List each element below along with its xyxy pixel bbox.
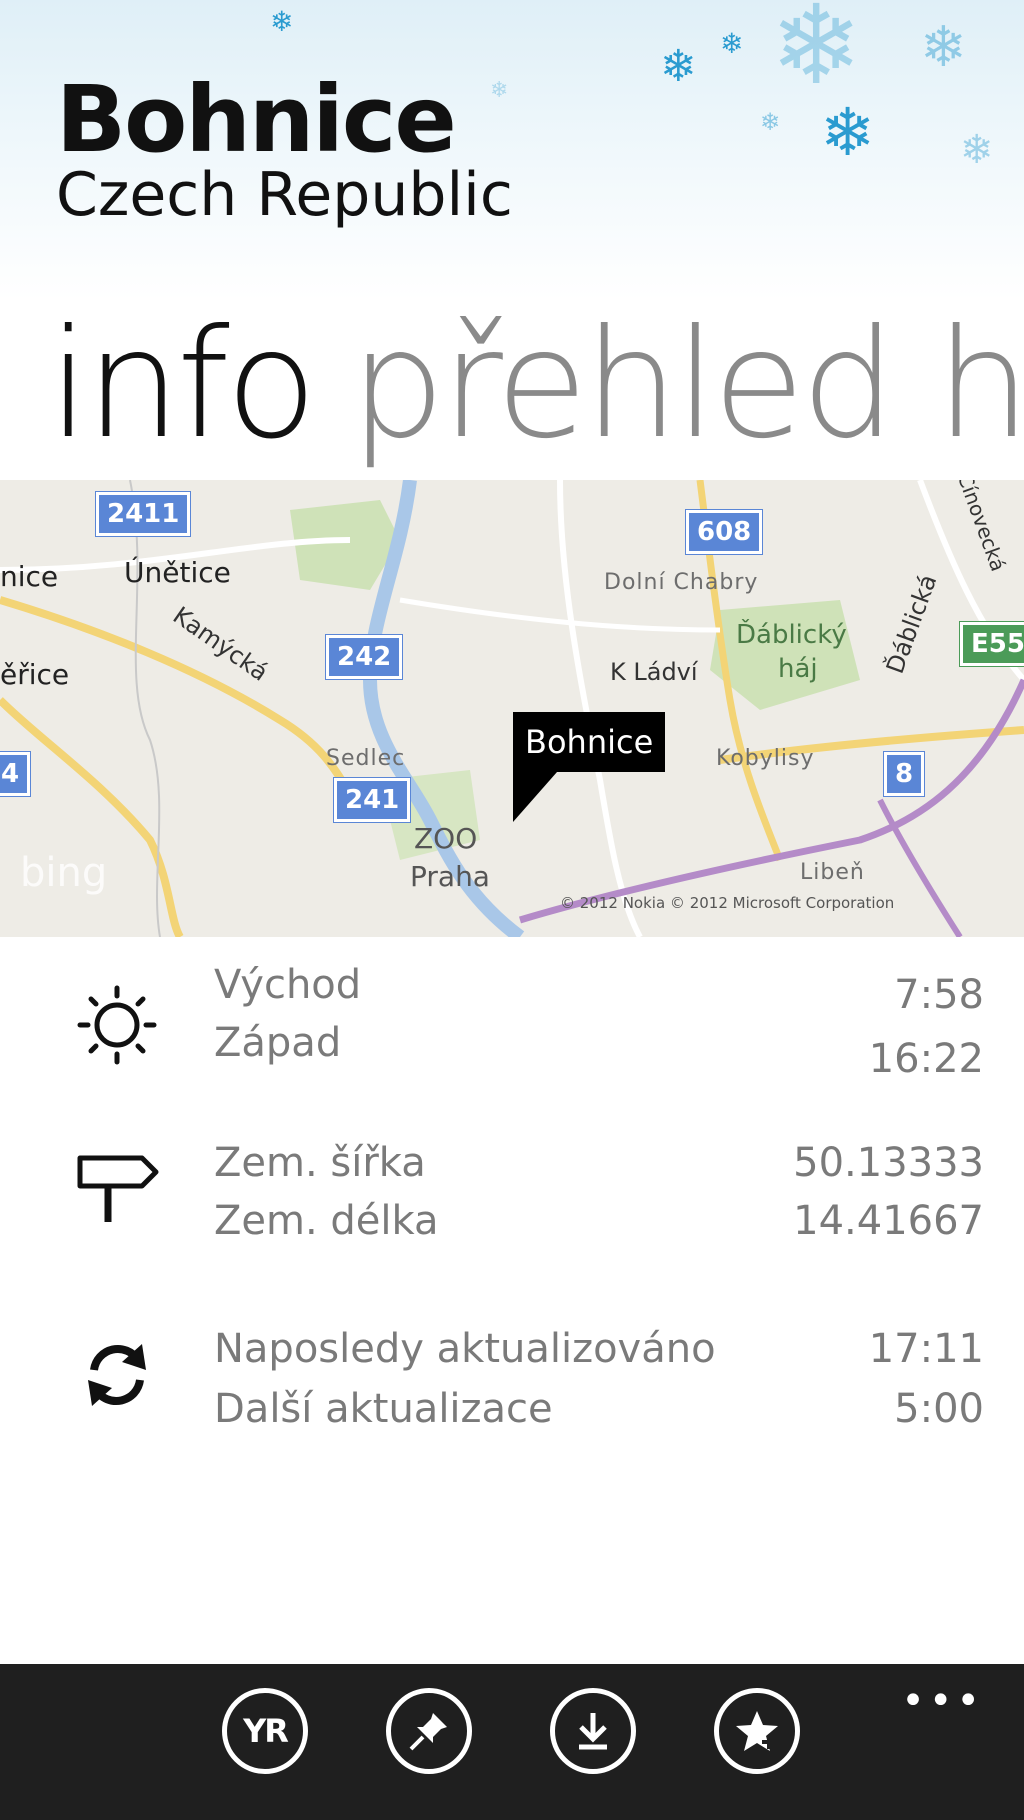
map-label: Dolní Chabry xyxy=(604,570,759,595)
route-shield: 8 xyxy=(884,752,925,796)
map-label: Ďáblický xyxy=(736,620,847,650)
sun-icon xyxy=(77,985,157,1065)
sunset-value: 16:22 xyxy=(868,1036,984,1082)
location-pin-tail xyxy=(513,772,557,822)
next-update-label: Další aktualizace xyxy=(214,1386,553,1432)
location-pin-label: Bohnice xyxy=(513,712,666,772)
latitude-label: Zem. šířka xyxy=(214,1140,426,1186)
map-label: ZOO xyxy=(414,822,478,855)
last-updated-label: Naposledy aktualizováno xyxy=(214,1326,716,1372)
snowflake-icon: ❄ xyxy=(720,27,744,60)
sunrise-label: Východ xyxy=(214,962,362,1008)
route-shield: E55 xyxy=(960,622,1024,666)
sunrise-value: 7:58 xyxy=(894,972,984,1018)
pivot-header: info přehled ho xyxy=(0,290,1024,480)
snowflake-icon: ❄ xyxy=(760,108,781,136)
map-label: ěřice xyxy=(0,658,70,691)
refresh-icon xyxy=(88,1344,146,1406)
yr-logo-icon: YR xyxy=(243,1712,289,1750)
snowflake-icon: ❄ xyxy=(770,0,863,109)
map-label: háj xyxy=(778,654,818,684)
pivot-tab-overview[interactable]: přehled ho xyxy=(350,290,1024,480)
route-shield: 242 xyxy=(326,635,403,679)
latitude-value: 50.13333 xyxy=(793,1140,984,1186)
pin-to-start-button[interactable] xyxy=(386,1688,472,1774)
app-bar: YR ••• xyxy=(0,1664,1024,1820)
city-name: Bohnice xyxy=(56,66,457,173)
map-label: Únětice xyxy=(124,556,231,589)
map-label: Kobylisy xyxy=(716,746,815,771)
map-label: Sedlec xyxy=(326,746,406,771)
snowflake-icon: ❄ xyxy=(960,127,994,173)
route-shield: 608 xyxy=(686,510,763,554)
map-roads xyxy=(0,480,1024,937)
next-update-value: 5:00 xyxy=(894,1386,984,1432)
map-label: Libeň xyxy=(800,860,865,885)
signpost-icon xyxy=(77,1155,159,1222)
more-menu-button[interactable]: ••• xyxy=(901,1678,984,1724)
sunset-label: Západ xyxy=(214,1020,342,1066)
snowflake-icon: ❄ xyxy=(660,41,697,92)
route-shield: 4 xyxy=(0,752,31,796)
download-icon xyxy=(579,1713,607,1750)
snowflake-icon: ❄ xyxy=(490,78,509,103)
last-updated-value: 17:11 xyxy=(868,1326,984,1372)
route-shield: 241 xyxy=(334,778,411,822)
map-label: nice xyxy=(0,560,59,593)
snowflake-icon: ❄ xyxy=(270,5,294,38)
route-shield: 2411 xyxy=(96,492,191,536)
longitude-label: Zem. délka xyxy=(214,1198,439,1244)
country-name: Czech Republic xyxy=(56,160,513,230)
snowflake-icon: ❄ xyxy=(820,94,876,171)
map-label: Praha xyxy=(410,860,490,893)
pin-icon xyxy=(409,1713,447,1751)
download-button[interactable] xyxy=(550,1688,636,1774)
longitude-value: 14.41667 xyxy=(793,1198,984,1244)
map-copyright: © 2012 Nokia © 2012 Microsoft Corporatio… xyxy=(560,894,895,912)
favorite-star-icon xyxy=(736,1711,778,1751)
location-map[interactable]: 2411 608 242 241 8 E55 4 nice Únětice ěř… xyxy=(0,480,1024,937)
pivot-tab-info[interactable]: info xyxy=(48,290,317,480)
snowflake-icon: ❄ xyxy=(920,15,967,80)
header: ❄ ❄ ❄ ❄ ❄ ❄ ❄ ❄ ❄ Bohnice Czech Republic xyxy=(0,0,1024,300)
bing-logo: bing xyxy=(20,850,108,896)
map-label: K Ládví xyxy=(610,658,698,686)
favorite-button[interactable] xyxy=(714,1688,800,1774)
yr-button[interactable]: YR xyxy=(222,1688,308,1774)
